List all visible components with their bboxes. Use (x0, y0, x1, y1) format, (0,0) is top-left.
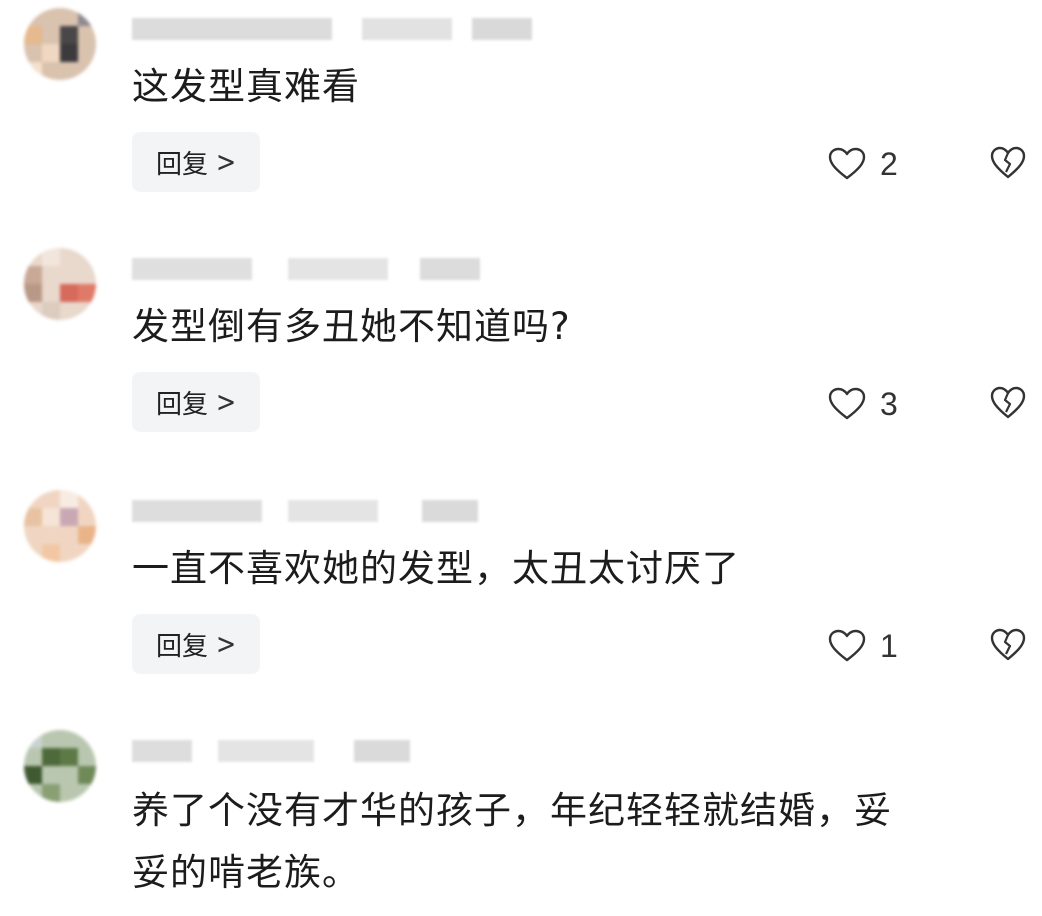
broken-heart-icon (990, 146, 1026, 179)
comment-text: 这发型真难看 (132, 65, 360, 108)
reply-label: 回复 (155, 389, 208, 420)
avatar[interactable] (24, 248, 96, 320)
avatar[interactable] (24, 490, 96, 562)
dislike-button[interactable] (990, 386, 1026, 422)
like-count: 1 (880, 627, 898, 664)
heart-outline-icon (828, 387, 866, 420)
reply-label: 回复 (155, 631, 208, 662)
comment-text: 养了个没有才华的孩子，年纪轻轻就结婚，妥 妥的啃老族。 (132, 789, 892, 894)
dislike-button[interactable] (990, 146, 1026, 182)
heart-outline-icon (828, 147, 866, 180)
comment-text: 发型倒有多丑她不知道吗? (132, 305, 571, 348)
like-count: 3 (880, 385, 898, 422)
avatar[interactable] (24, 8, 96, 80)
chevron-right-icon: > (215, 627, 237, 661)
username-meta (132, 496, 572, 526)
like-button[interactable]: 2 (828, 144, 898, 184)
broken-heart-icon (990, 628, 1026, 661)
like-button[interactable]: 3 (828, 384, 898, 424)
reply-button[interactable]: 回复 > (132, 372, 260, 432)
username-meta (132, 14, 572, 44)
avatar[interactable] (24, 730, 96, 802)
reply-button[interactable]: 回复 > (132, 132, 260, 192)
reply-label: 回复 (155, 149, 208, 180)
heart-outline-icon (828, 629, 866, 662)
username-meta (132, 254, 572, 284)
dislike-button[interactable] (990, 628, 1026, 664)
chevron-right-icon: > (215, 385, 237, 419)
like-count: 2 (880, 145, 898, 182)
username-meta (132, 736, 572, 766)
comment-text: 一直不喜欢她的发型，太丑太讨厌了 (132, 547, 740, 590)
chevron-right-icon: > (215, 145, 237, 179)
broken-heart-icon (990, 386, 1026, 419)
reply-button[interactable]: 回复 > (132, 614, 260, 674)
like-button[interactable]: 1 (828, 626, 898, 666)
